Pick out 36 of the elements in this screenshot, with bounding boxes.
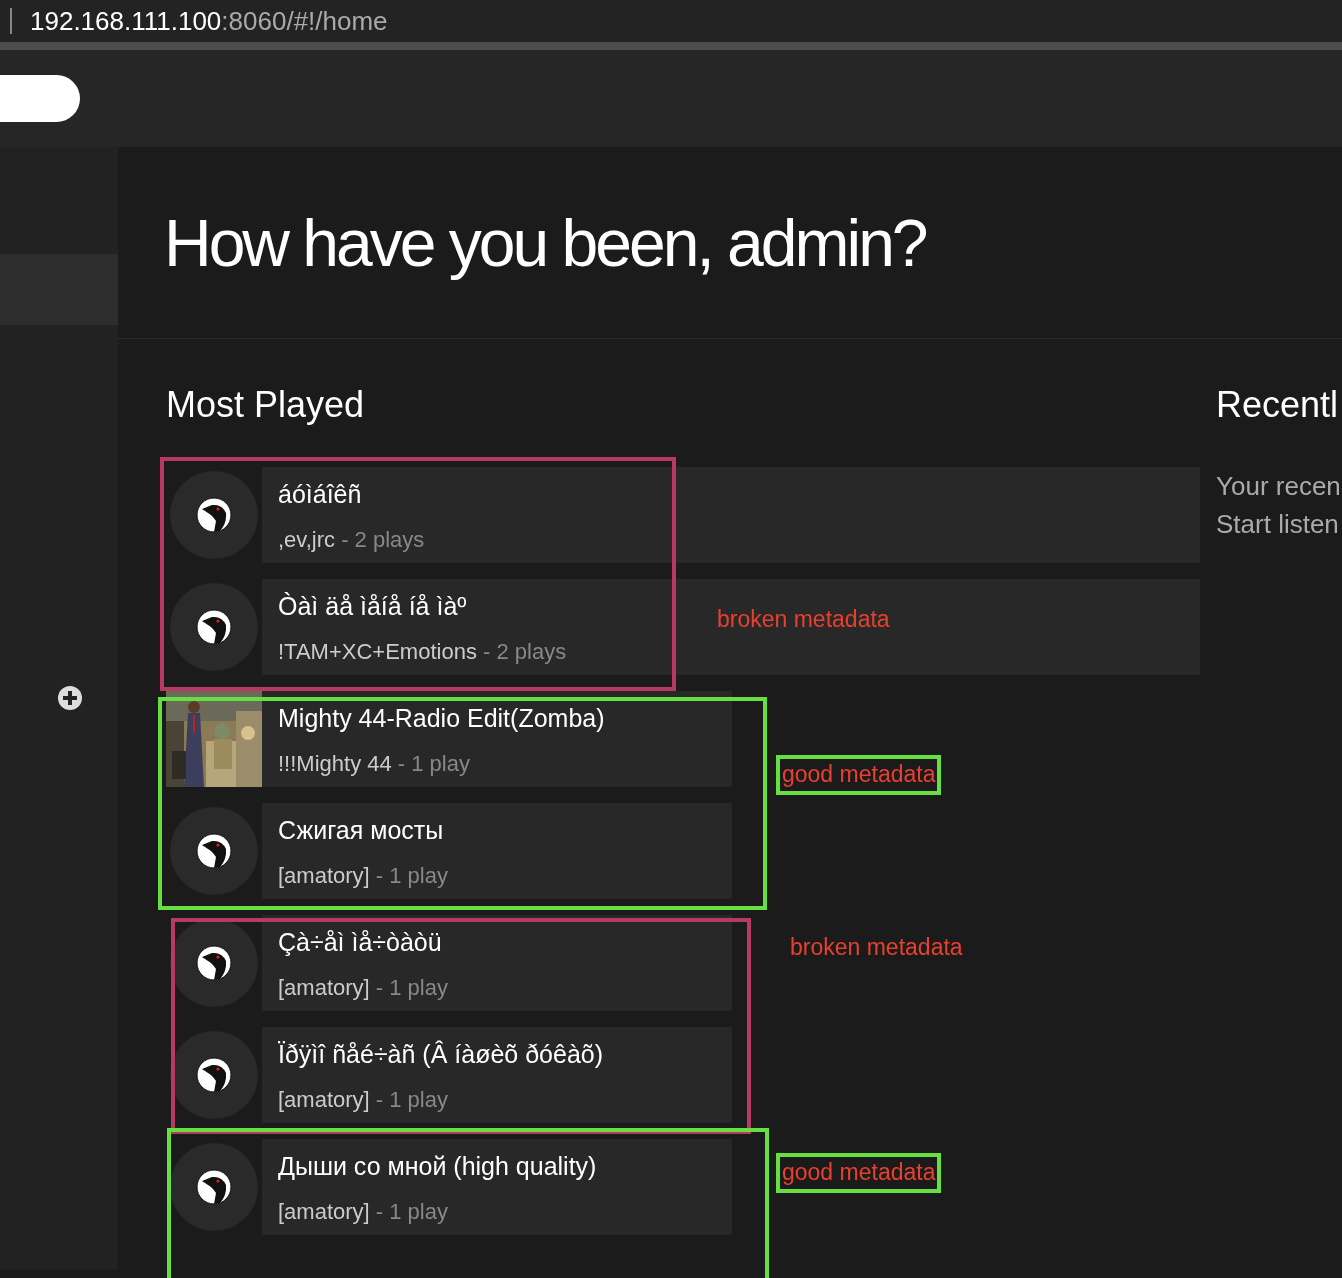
- song-card[interactable]: Çà÷åì ìå÷òàòü [amatory] - 1 play: [262, 915, 732, 1011]
- song-title: Mighty 44-Radio Edit(Zomba): [278, 703, 605, 733]
- annotation-label: broken metadata: [790, 934, 963, 962]
- song-title: Дыши со мной (high quality): [278, 1151, 597, 1181]
- song-title: áóìáîêñ: [278, 479, 362, 509]
- section-heading: Recentl: [1216, 387, 1340, 423]
- song-subtitle: [amatory] - 1 play: [278, 1198, 448, 1226]
- song-title: Çà÷åì ìå÷òàòü: [278, 927, 442, 957]
- search-field[interactable]: [0, 75, 80, 122]
- song-title: Сжигая мосты: [278, 815, 444, 845]
- bird-icon: [196, 497, 232, 533]
- bird-icon: [196, 1057, 232, 1093]
- song-card[interactable]: áóìáîêñ ,ev,jrc - 2 plays: [262, 467, 1200, 563]
- add-icon[interactable]: [57, 685, 83, 711]
- song-title: Òàì äå ìåíå íå ìàº: [278, 591, 467, 621]
- song-title: Ïðÿìî ñåé÷àñ (Â íàøèõ ðóêàõ): [278, 1039, 604, 1069]
- annotation-label: good metadata: [776, 755, 942, 795]
- song-card[interactable]: Ïðÿìî ñåé÷àñ (Â íàøèõ ðóêàõ) [amatory] - 1 play: [262, 1027, 732, 1123]
- song-card[interactable]: Сжигая мосты [amatory] - 1 play: [262, 803, 732, 899]
- section-heading: Most Played: [166, 387, 366, 423]
- bird-icon: [196, 1169, 232, 1205]
- song-card[interactable]: Mighty 44-Radio Edit(Zomba) !!!Mighty 44 - 1 play: [262, 691, 732, 787]
- song-subtitle: [amatory] - 1 play: [278, 974, 448, 1002]
- song-subtitle: !!!Mighty 44 - 1 play: [278, 750, 470, 778]
- song-subtitle: [amatory] - 1 play: [278, 1086, 448, 1114]
- song-subtitle: !TAM+XC+Emotions - 2 plays: [278, 638, 567, 666]
- message-text: Start listen: [1216, 508, 1340, 541]
- annotation-label: broken metadata: [717, 606, 890, 634]
- song-card[interactable]: Дыши со мной (high quality) [amatory] - 1 play: [262, 1139, 732, 1235]
- bird-icon: [196, 945, 232, 981]
- song-subtitle: ,ev,jrc - 2 plays: [278, 526, 425, 554]
- bird-icon: [196, 609, 232, 645]
- song-subtitle: [amatory] - 1 play: [278, 862, 448, 890]
- bird-icon: [196, 833, 232, 869]
- message-text: Your recen: [1216, 470, 1341, 503]
- annotation-label: good metadata: [776, 1153, 942, 1193]
